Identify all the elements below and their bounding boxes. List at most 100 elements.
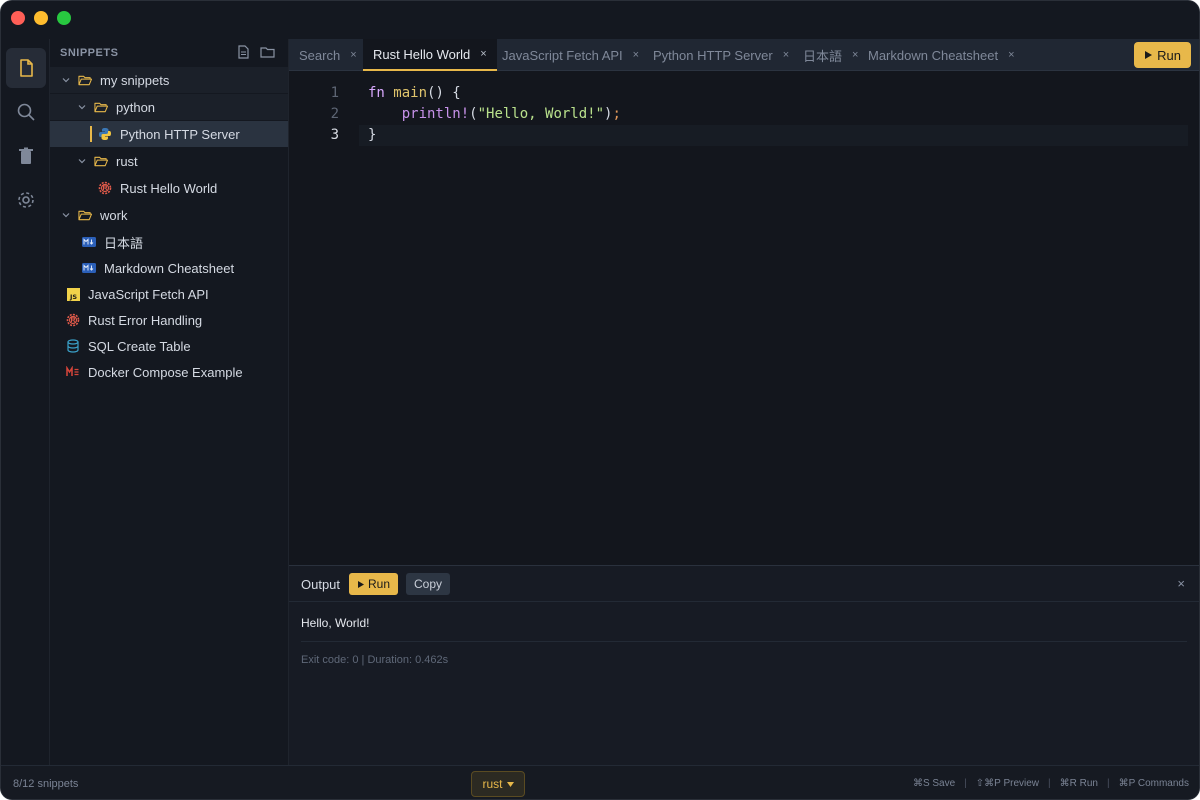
shortcut-preview: ⇧⌘P Preview	[975, 778, 1040, 789]
snippet-sql-create-table[interactable]: SQL Create Table	[50, 333, 288, 359]
snippet-docker-compose-example[interactable]: Docker Compose Example	[50, 359, 288, 385]
rust-icon	[98, 181, 112, 195]
tree-item-label: Rust Hello World	[120, 180, 218, 196]
database-icon	[66, 339, 80, 353]
folder-open-icon	[78, 208, 92, 222]
output-run-button[interactable]: Run	[349, 573, 399, 595]
chevron-down-icon	[76, 155, 88, 167]
tab-rust-hello-world[interactable]: Rust Hello World ×	[363, 39, 497, 71]
settings-view-button[interactable]	[6, 180, 46, 220]
tree-item-label: JavaScript Fetch API	[88, 286, 209, 302]
tree-item-label: work	[100, 207, 128, 223]
tab-label: 日本語	[803, 48, 843, 64]
code-keyword: fn	[368, 85, 385, 101]
tab-label: Python HTTP Server	[653, 47, 773, 63]
markdown-icon	[82, 235, 96, 249]
chevron-down-icon	[60, 74, 72, 86]
close-tab-icon[interactable]: ×	[480, 48, 486, 60]
copy-label: Copy	[414, 577, 443, 591]
folder-rust[interactable]: rust	[50, 148, 288, 174]
caret-down-icon	[506, 781, 514, 787]
code-line: 2 println!("Hello, World!");	[289, 104, 1199, 125]
language-selector[interactable]: rust	[471, 771, 525, 797]
snippet-javascript-fetch-api[interactable]: JS JavaScript Fetch API	[50, 281, 288, 307]
tab-label: JavaScript Fetch API	[502, 47, 623, 63]
file-icon	[20, 59, 33, 77]
tree-item-label: Python HTTP Server	[120, 126, 240, 142]
snippets-view-button[interactable]	[6, 48, 46, 88]
separator: |	[1106, 778, 1110, 789]
close-tab-icon[interactable]: ×	[350, 49, 356, 61]
tab-markdown-cheatsheet[interactable]: Markdown Cheatsheet ×	[858, 39, 1025, 71]
maximize-window-button[interactable]	[57, 11, 71, 25]
folder-open-icon	[94, 154, 108, 168]
run-button[interactable]: Run	[1134, 42, 1191, 68]
line-number: 3	[330, 127, 339, 143]
output-header: Output Run Copy ×	[289, 566, 1199, 602]
snippet-count: 8/12 snippets	[13, 778, 79, 790]
folder-open-icon	[78, 73, 92, 87]
python-icon	[98, 127, 112, 141]
output-title: Output	[301, 577, 341, 592]
output-divider	[301, 641, 1187, 642]
folder-work[interactable]: work	[50, 202, 288, 228]
snippet-python-http-server[interactable]: Python HTTP Server	[50, 121, 288, 147]
code-punctuation: (	[469, 106, 478, 122]
shortcut-save: ⌘S Save	[912, 778, 956, 789]
tab-label: Search	[299, 47, 341, 63]
tab-label: Rust Hello World	[373, 46, 471, 62]
close-output-icon[interactable]: ×	[1177, 576, 1185, 591]
snippet-rust-hello-world[interactable]: Rust Hello World	[50, 175, 288, 201]
chevron-down-icon	[60, 209, 72, 221]
copy-output-button[interactable]: Copy	[406, 573, 451, 595]
code-string: "Hello, World!"	[477, 106, 605, 122]
code-editor[interactable]: 1 fn main() { 2 println!("Hello, World!"…	[289, 71, 1199, 565]
code-line: 3 }	[289, 125, 1199, 146]
tree-item-label: Rust Error Handling	[88, 312, 203, 328]
tree-item-label: Docker Compose Example	[88, 364, 243, 380]
tree-item-label: python	[116, 99, 156, 115]
code-semicolon: ;	[612, 106, 621, 122]
search-view-button[interactable]	[6, 92, 46, 132]
tab-javascript-fetch-api[interactable]: JavaScript Fetch API ×	[492, 39, 649, 71]
tab-search[interactable]: Search ×	[289, 39, 367, 71]
code-line: 1 fn main() {	[289, 83, 1199, 104]
snippet-rust-error-handling[interactable]: Rust Error Handling	[50, 307, 288, 333]
tree-item-label: SQL Create Table	[88, 338, 191, 354]
search-icon	[17, 103, 35, 121]
rust-icon	[66, 313, 80, 327]
line-number: 2	[330, 106, 339, 122]
tree-item-label: Markdown Cheatsheet	[104, 260, 235, 276]
sidebar-title: SNIPPETS	[60, 47, 119, 59]
close-tab-icon[interactable]: ×	[783, 49, 789, 61]
folder-open-icon	[94, 100, 108, 114]
code-text: fn main() {	[368, 83, 461, 104]
folder-my-snippets[interactable]: my snippets	[50, 67, 288, 93]
minimize-window-button[interactable]	[34, 11, 48, 25]
code-punctuation: () {	[427, 85, 461, 101]
trash-icon	[19, 147, 33, 164]
activity-bar	[1, 39, 50, 765]
separator: |	[1048, 778, 1051, 789]
snippet-markdown-cheatsheet[interactable]: Markdown Cheatsheet	[50, 255, 288, 281]
docker-compose-icon	[66, 365, 80, 379]
snippet-nihongo[interactable]: 日本語	[50, 229, 288, 255]
play-icon	[358, 580, 364, 588]
output-panel: Output Run Copy × Hello, World! Exit cod…	[289, 565, 1199, 765]
markdown-icon	[82, 261, 96, 275]
folder-python[interactable]: python	[50, 94, 288, 120]
close-tab-icon[interactable]: ×	[1008, 49, 1014, 61]
close-tab-icon[interactable]: ×	[633, 49, 639, 61]
output-text: Hello, World!	[301, 616, 370, 630]
tab-python-http-server[interactable]: Python HTTP Server ×	[643, 39, 799, 71]
javascript-icon: JS	[66, 287, 80, 301]
line-number: 1	[330, 85, 339, 101]
shortcut-run: ⌘R Run	[1059, 778, 1098, 789]
trash-view-button[interactable]	[6, 136, 46, 176]
status-bar: 8/12 snippets rust ⌘S Save | ⇧⌘P Preview…	[1, 765, 1199, 799]
new-snippet-icon[interactable]	[236, 45, 250, 64]
close-window-button[interactable]	[11, 11, 25, 25]
run-button-label: Run	[1157, 47, 1181, 63]
new-folder-icon[interactable]	[260, 45, 275, 64]
